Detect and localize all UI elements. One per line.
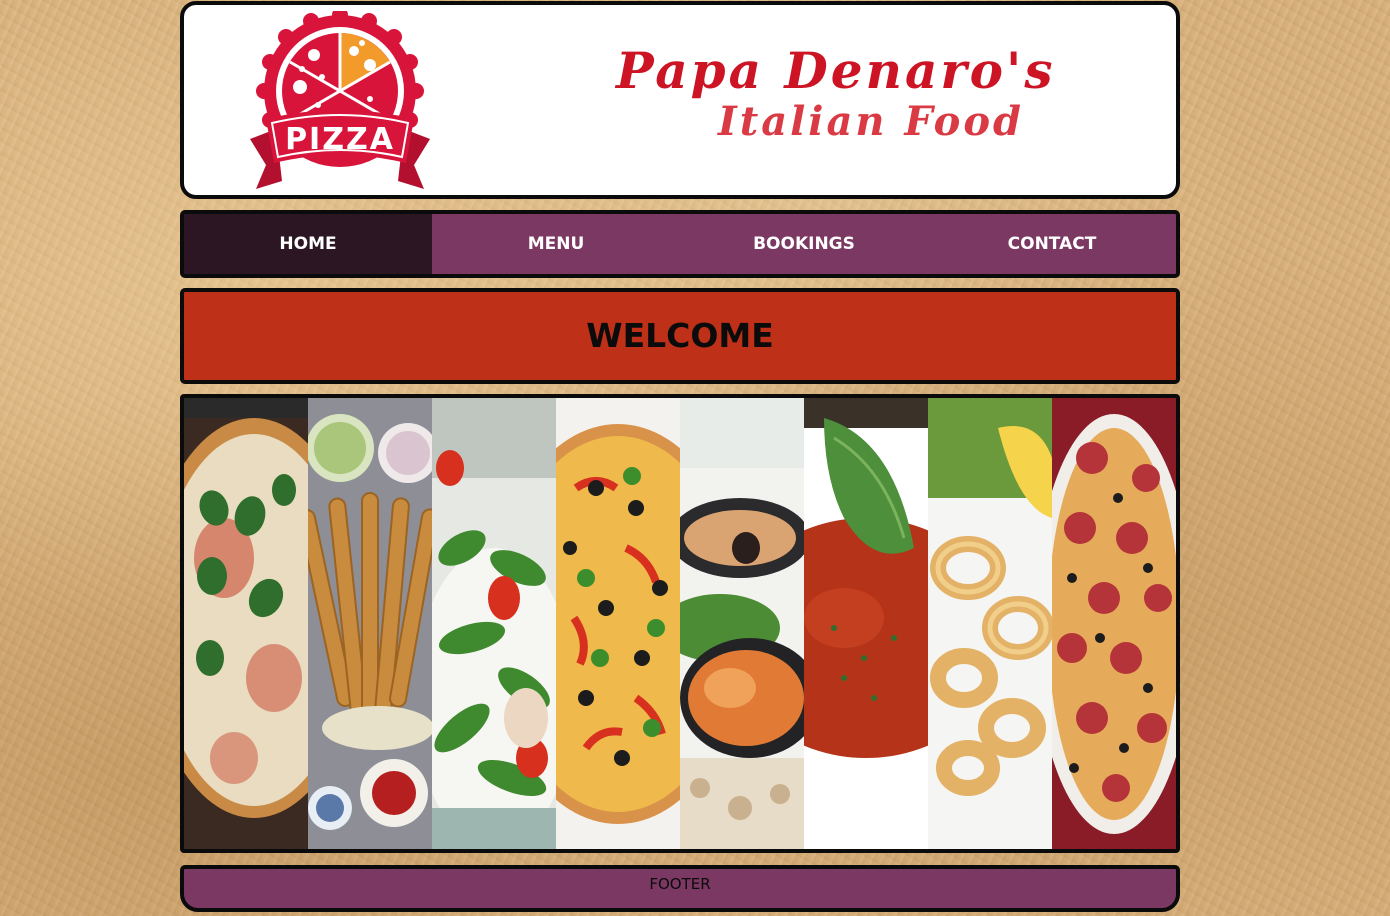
- site-footer: FOOTER: [180, 865, 1180, 912]
- nav-item-home[interactable]: HOME: [184, 214, 432, 274]
- pizza-badge-icon: PIZZA: [250, 7, 430, 189]
- brand-subtitle: Italian Food: [718, 98, 1024, 145]
- brand-name: Papa Denaro's: [616, 41, 1056, 100]
- nav-item-menu[interactable]: MENU: [432, 214, 680, 274]
- brand-title: Papa Denaro's Italian Food: [616, 41, 1136, 161]
- food-gallery: [180, 394, 1180, 853]
- welcome-banner: WELCOME: [180, 288, 1180, 384]
- nav-item-contact[interactable]: CONTACT: [928, 214, 1176, 274]
- nav-item-bookings[interactable]: BOOKINGS: [680, 214, 928, 274]
- fried-calamari-image: [928, 398, 1052, 849]
- green-salad-image: [432, 398, 556, 849]
- pizza-logo[interactable]: PIZZA: [242, 7, 438, 193]
- mussels-seafood-image: [680, 398, 804, 849]
- fried-churros-image: [308, 398, 432, 849]
- pepperoni-pizza-image: [1052, 398, 1176, 849]
- welcome-title: WELCOME: [586, 316, 774, 355]
- logo-text: PIZZA: [285, 122, 395, 157]
- site-header: PIZZA Papa Denaro's Italian Food: [180, 1, 1180, 199]
- vegetable-pizza-image: [556, 398, 680, 849]
- main-nav: HOME MENU BOOKINGS CONTACT: [180, 210, 1180, 278]
- tomato-soup-image: [804, 398, 928, 849]
- footer-label: FOOTER: [649, 875, 711, 893]
- margherita-pizza-image: [184, 398, 308, 849]
